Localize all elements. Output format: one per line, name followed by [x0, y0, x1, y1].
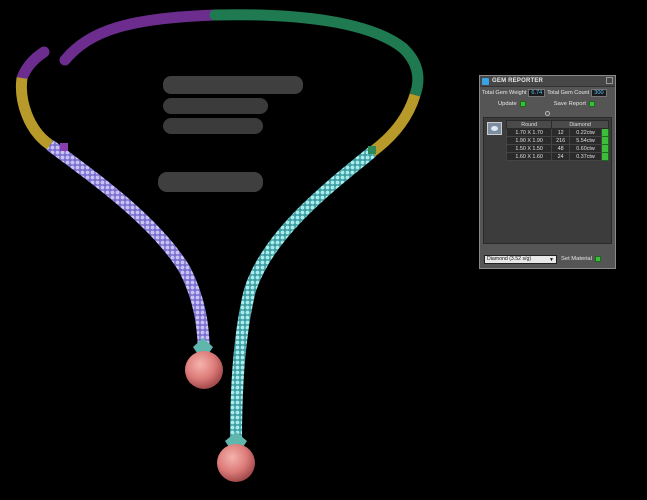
- update-label: Update: [498, 100, 517, 107]
- gem-actions-row: Update Save Report: [480, 98, 615, 109]
- gem-table: Round Diamond 1.70 X 1.70 12 0.22ctw 1.9…: [505, 120, 609, 161]
- table-row[interactable]: 1.90 X 1.90 216 5.54ctw: [505, 136, 609, 145]
- gem-reporter-logo-icon: [482, 77, 489, 85]
- total-weight-label: Total Gem Weight: [482, 89, 527, 96]
- row-select-button[interactable]: [601, 128, 609, 137]
- panel-title: GEM REPORTER: [492, 78, 544, 84]
- panel-titlebar[interactable]: GEM REPORTER: [480, 76, 615, 87]
- close-icon[interactable]: [606, 77, 613, 84]
- row-select-button[interactable]: [601, 152, 609, 161]
- gem-size: 1.70 X 1.70: [505, 128, 553, 137]
- gem-size: 1.60 X 1.60: [505, 152, 553, 161]
- chevron-down-icon[interactable]: ▼: [549, 257, 554, 263]
- gem-weight: 0.37ctw: [569, 152, 602, 161]
- column-header-round: Round: [505, 120, 553, 129]
- gem-size: 1.90 X 1.90: [505, 136, 553, 145]
- save-report-label: Save Report: [553, 100, 586, 107]
- gem-weight: 0.22ctw: [569, 128, 602, 137]
- gem-count: 12: [551, 128, 571, 137]
- expander-toggle[interactable]: [480, 109, 615, 117]
- gem-thumbnail-icon[interactable]: [487, 122, 502, 135]
- row-select-button[interactable]: [601, 136, 609, 145]
- gem-count: 216: [551, 136, 571, 145]
- save-report-go-icon[interactable]: [589, 100, 595, 107]
- expander-icon[interactable]: [545, 110, 550, 116]
- gem-count: 48: [551, 144, 571, 153]
- gem-weight: 0.60ctw: [569, 144, 602, 153]
- gem-reporter-panel: GEM REPORTER Total Gem Weight 6.74 Total…: [479, 75, 616, 269]
- update-button[interactable]: Update: [498, 100, 526, 107]
- total-count-value: 300: [591, 88, 607, 97]
- gem-size: 1.50 X 1.50: [505, 144, 553, 153]
- gem-stats-row: Total Gem Weight 6.74 Total Gem Count 30…: [480, 87, 615, 98]
- table-row[interactable]: 1.60 X 1.60 24 0.37ctw: [505, 152, 609, 161]
- total-count-label: Total Gem Count: [547, 89, 590, 96]
- table-row[interactable]: 1.50 X 1.50 48 0.60ctw: [505, 144, 609, 153]
- material-footer: Diamond (3.52 s/g) ▼ Set Material: [484, 254, 613, 264]
- gem-list: Round Diamond 1.70 X 1.70 12 0.22ctw 1.9…: [483, 117, 612, 244]
- set-material-go-icon[interactable]: [594, 256, 601, 262]
- update-go-icon[interactable]: [519, 100, 526, 107]
- row-select-button[interactable]: [601, 144, 609, 153]
- save-report-button[interactable]: Save Report: [553, 100, 595, 107]
- total-weight-value: 6.74: [528, 88, 546, 97]
- material-select-value: Diamond (3.52 s/g): [487, 256, 532, 262]
- column-header-diamond: Diamond: [551, 120, 609, 129]
- table-row[interactable]: 1.70 X 1.70 12 0.22ctw: [505, 128, 609, 137]
- material-select[interactable]: Diamond (3.52 s/g) ▼: [484, 254, 557, 264]
- set-material-label: Set Material: [561, 256, 592, 262]
- gem-count: 24: [551, 152, 571, 161]
- set-material-button[interactable]: Set Material: [561, 256, 601, 262]
- gem-weight: 5.54ctw: [569, 136, 602, 145]
